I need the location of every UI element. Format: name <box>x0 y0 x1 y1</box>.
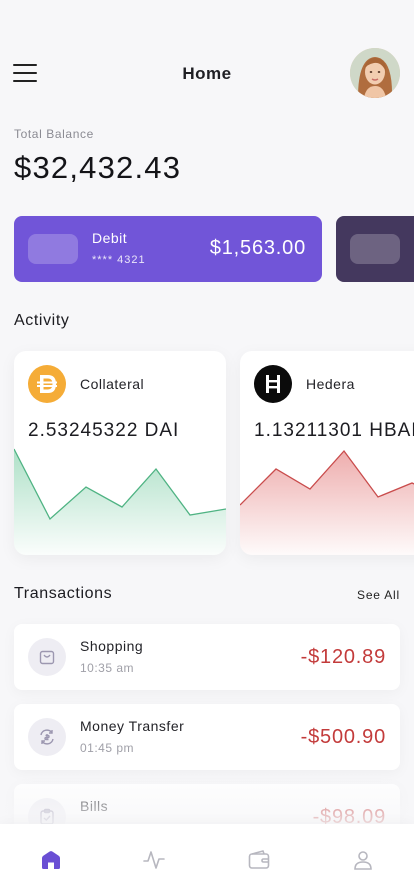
secondary-card[interactable] <box>336 216 414 282</box>
asset-sparkline-red <box>240 449 414 555</box>
debit-card[interactable]: Debit **** 4321 $1,563.00 <box>14 216 322 282</box>
dai-icon <box>28 365 66 403</box>
transaction-name: Bills <box>80 798 109 814</box>
transaction-row[interactable]: Money Transfer 01:45 pm -$500.90 <box>14 704 400 770</box>
asset-amount: 2.53245322 DAI <box>28 420 180 441</box>
total-balance-label: Total Balance <box>14 127 94 141</box>
transaction-time: 01:45 pm <box>80 741 135 755</box>
wallet-icon <box>248 850 270 869</box>
card-name: Debit <box>92 230 128 246</box>
transactions-title: Transactions <box>14 585 113 602</box>
activity-title: Activity <box>14 312 70 329</box>
shopping-bag-icon <box>28 638 66 676</box>
asset-name: Collateral <box>80 376 145 392</box>
transaction-row[interactable]: Shopping 10:35 am -$120.89 <box>14 624 400 690</box>
profile-icon <box>354 851 372 870</box>
app-header: Home <box>0 48 414 100</box>
asset-card-collateral[interactable]: Collateral 2.53245322 DAI <box>14 351 226 555</box>
nav-wallet-button[interactable] <box>245 846 273 874</box>
card-number: **** 4321 <box>92 254 146 266</box>
home-screen: Home Total Balance $32,432.43 Debit ****… <box>0 0 414 896</box>
see-all-link[interactable]: See All <box>357 588 400 602</box>
total-balance-amount: $32,432.43 <box>14 150 182 185</box>
bottom-nav <box>0 824 414 896</box>
activity-icon <box>143 851 165 869</box>
asset-name: Hedera <box>306 376 355 392</box>
hedera-icon <box>254 365 292 403</box>
asset-sparkline-green <box>14 448 226 555</box>
nav-profile-button[interactable] <box>349 846 377 874</box>
avatar[interactable] <box>350 48 400 98</box>
asset-amount: 1.13211301 HBAR <box>254 420 414 441</box>
asset-card-hedera[interactable]: Hedera 1.13211301 HBAR <box>240 351 414 555</box>
card-balance: $1,563.00 <box>209 237 306 259</box>
transaction-time: 10:35 am <box>80 661 135 675</box>
transaction-name: Money Transfer <box>80 718 185 734</box>
transaction-amount: -$120.89 <box>300 646 386 668</box>
nav-home-button[interactable] <box>37 846 65 874</box>
transaction-name: Shopping <box>80 638 144 654</box>
transaction-amount: -$500.90 <box>300 726 386 748</box>
card-chip-icon <box>350 234 400 264</box>
card-chip-icon <box>28 234 78 264</box>
home-icon <box>42 851 60 869</box>
transfer-icon <box>28 718 66 756</box>
nav-activity-button[interactable] <box>140 846 168 874</box>
